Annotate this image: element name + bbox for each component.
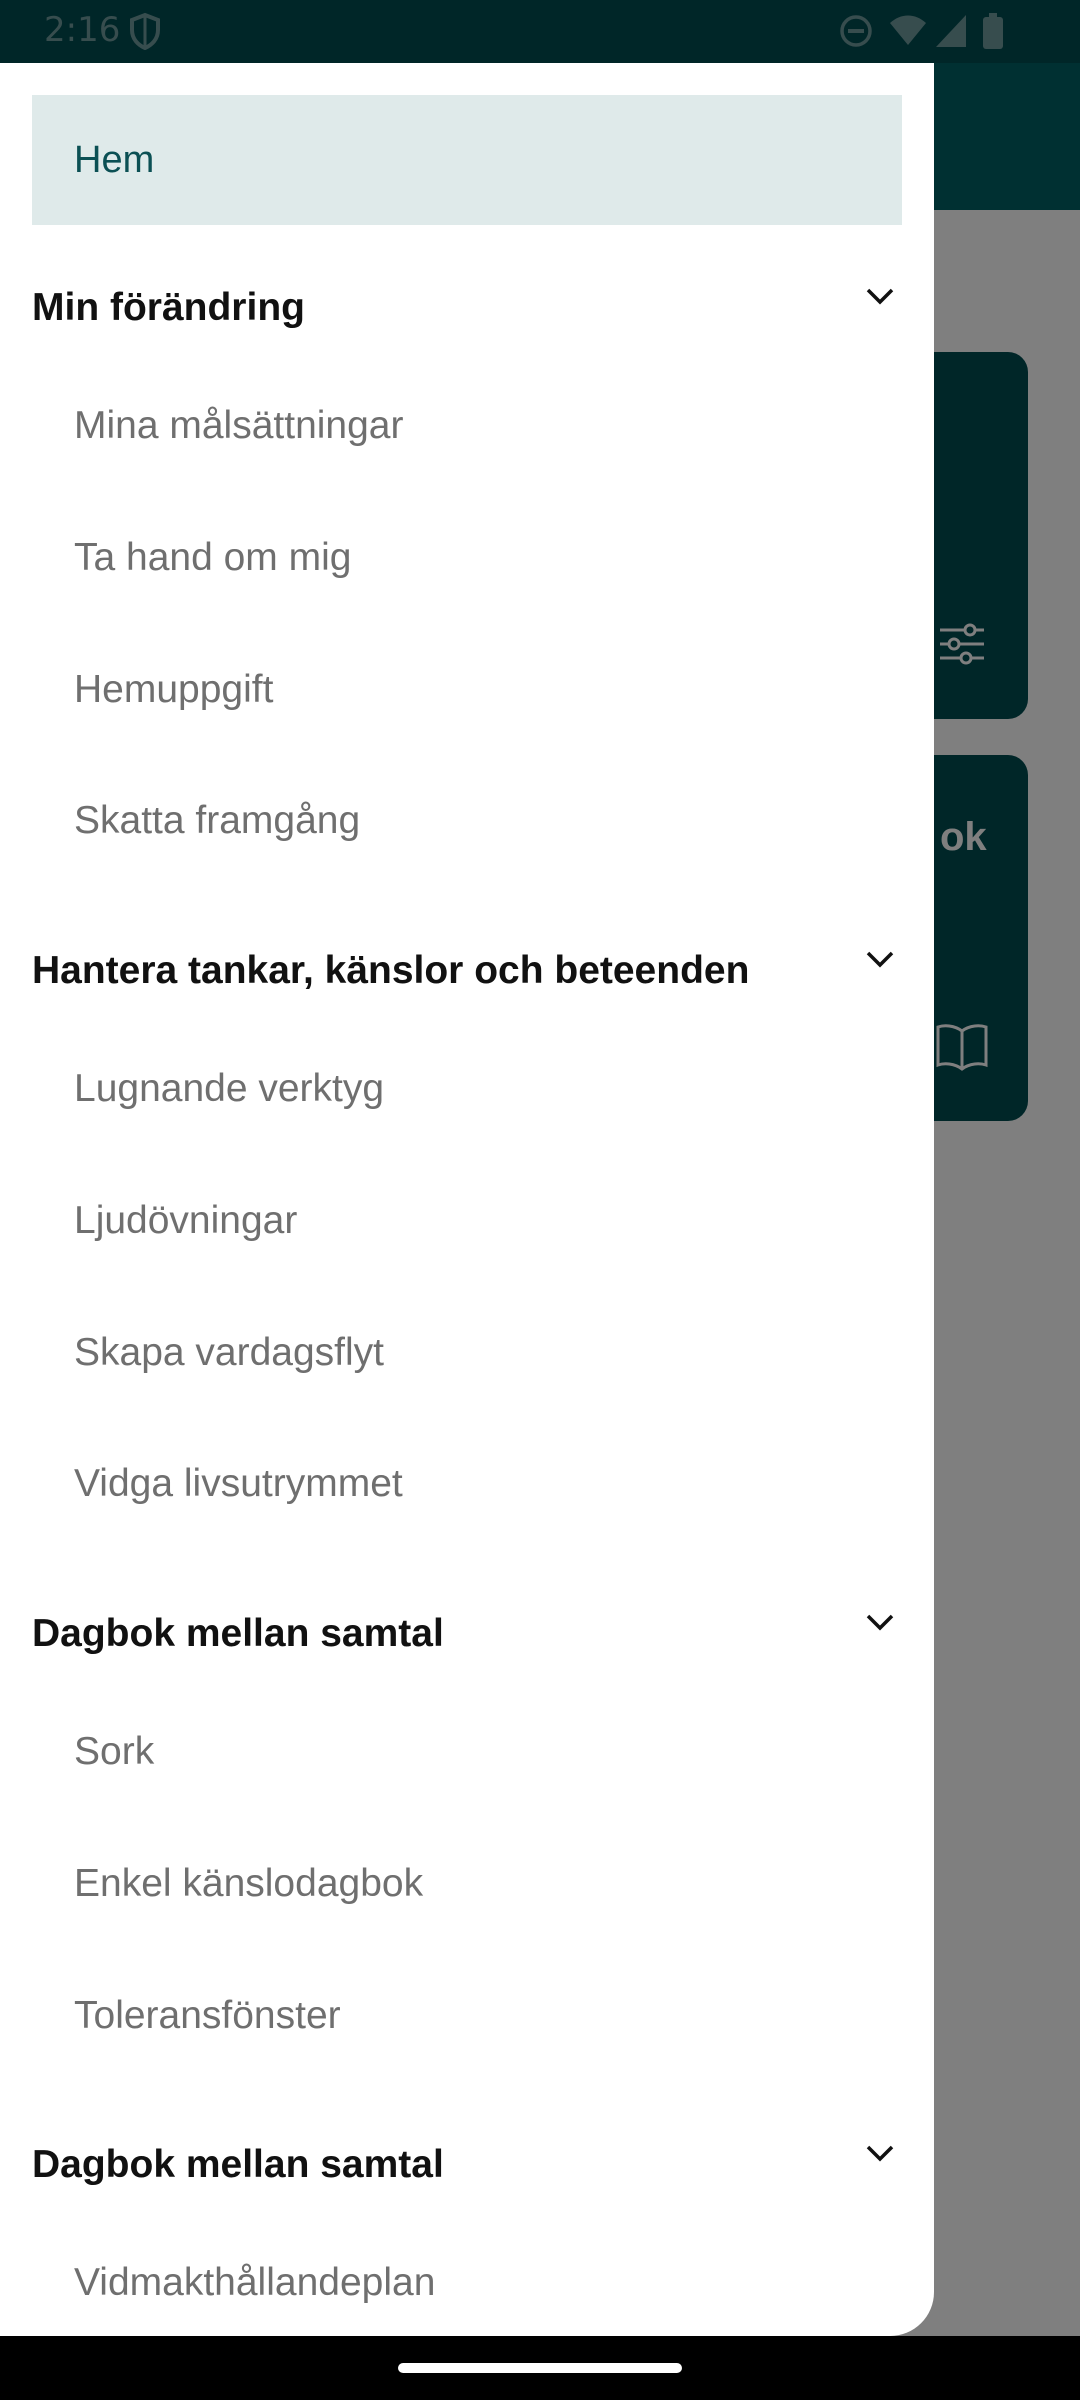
section-title: Hantera tankar, känslor och beteenden <box>32 949 750 992</box>
navigation-drawer: Hem Min förändring Mina målsättningar Ta… <box>0 63 934 2336</box>
drawer-item-enkel-kanslodagbok[interactable]: Enkel känslodagbok <box>74 1829 902 1939</box>
home-gesture-handle[interactable] <box>398 2363 682 2373</box>
drawer-item-mina-malsattningar[interactable]: Mina målsättningar <box>74 371 902 481</box>
drawer-item-lugnande-verktyg[interactable]: Lugnande verktyg <box>74 1034 902 1144</box>
drawer-item-sork[interactable]: Sork <box>74 1697 902 1807</box>
chevron-down-icon <box>866 1614 894 1631</box>
chevron-down-icon <box>866 288 894 305</box>
section-header-dagbok-mellan-samtal[interactable]: Dagbok mellan samtal <box>32 2115 902 2215</box>
section-title: Dagbok mellan samtal <box>32 2143 444 2186</box>
drawer-item-toleransfonster[interactable]: Toleransfönster <box>74 1961 902 2071</box>
drawer-item-ta-hand-om-mig[interactable]: Ta hand om mig <box>74 503 902 613</box>
section-title: Min förändring <box>32 286 305 329</box>
section-header-hantera-tankar[interactable]: Hantera tankar, känslor och beteenden <box>32 921 902 1021</box>
drawer-item-vidga-livsutrymmet[interactable]: Vidga livsutrymmet <box>74 1429 902 1539</box>
system-nav-bar <box>0 2336 1080 2400</box>
section-title: Dagbok mellan samtal <box>32 1612 444 1655</box>
section-header-dagbok-mellan-samtal[interactable]: Dagbok mellan samtal <box>32 1584 902 1684</box>
chevron-down-icon <box>866 951 894 968</box>
drawer-item-skapa-vardagsflyt[interactable]: Skapa vardagsflyt <box>74 1298 902 1408</box>
drawer-item-skatta-framgang[interactable]: Skatta framgång <box>74 766 902 876</box>
drawer-item-home[interactable]: Hem <box>32 95 902 225</box>
chevron-down-icon <box>866 2145 894 2162</box>
section-header-min-forandring[interactable]: Min förändring <box>32 258 902 358</box>
drawer-item-hemuppgift[interactable]: Hemuppgift <box>74 635 902 745</box>
drawer-item-vidmakthallandeplan[interactable]: Vidmakthållandeplan <box>74 2228 902 2336</box>
drawer-item-ljudovningar[interactable]: Ljudövningar <box>74 1166 902 1276</box>
